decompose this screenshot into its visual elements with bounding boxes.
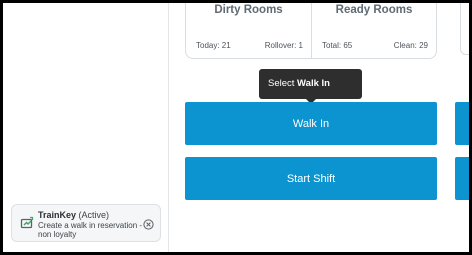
dirty-rooms-rollover: Rollover: 1 <box>264 41 303 50</box>
dirty-rooms-card[interactable]: Dirty Rooms Today: 21 Rollover: 1 <box>185 3 312 59</box>
walk-in-tooltip: Select Walk In <box>259 69 362 99</box>
tooltip-prefix: Select <box>268 78 295 89</box>
walk-in-button[interactable]: Walk In <box>185 102 437 145</box>
trainkey-name: TrainKey <box>38 210 77 220</box>
trainkey-description: Create a walk in reservation - non loyal… <box>38 221 143 239</box>
tooltip-emphasis: Walk In <box>297 78 330 89</box>
ready-rooms-clean: Clean: 29 <box>393 41 428 50</box>
start-shift-button[interactable]: Start Shift <box>185 157 437 200</box>
partial-button-right-1[interactable] <box>455 102 469 145</box>
trainkey-title: TrainKey (Active) <box>38 210 109 220</box>
trainkey-status: (Active) <box>78 210 110 220</box>
ready-rooms-total: Total: 65 <box>322 41 353 50</box>
dirty-rooms-today: Today: 21 <box>196 41 231 50</box>
sidebar: TrainKey (Active) Create a walk in reser… <box>3 3 169 252</box>
ready-rooms-card[interactable]: Ready Rooms Total: 65 Clean: 29 <box>311 3 437 59</box>
trainkey-widget[interactable]: TrainKey (Active) Create a walk in reser… <box>11 204 161 242</box>
next-card-partial[interactable] <box>460 3 469 55</box>
app-window: TrainKey (Active) Create a walk in reser… <box>3 3 469 252</box>
ready-rooms-title: Ready Rooms <box>335 4 413 16</box>
trainkey-logo-icon <box>20 216 34 230</box>
dirty-rooms-title: Dirty Rooms <box>214 4 283 16</box>
partial-button-right-2[interactable] <box>455 157 469 200</box>
close-circle-icon[interactable] <box>143 217 154 230</box>
